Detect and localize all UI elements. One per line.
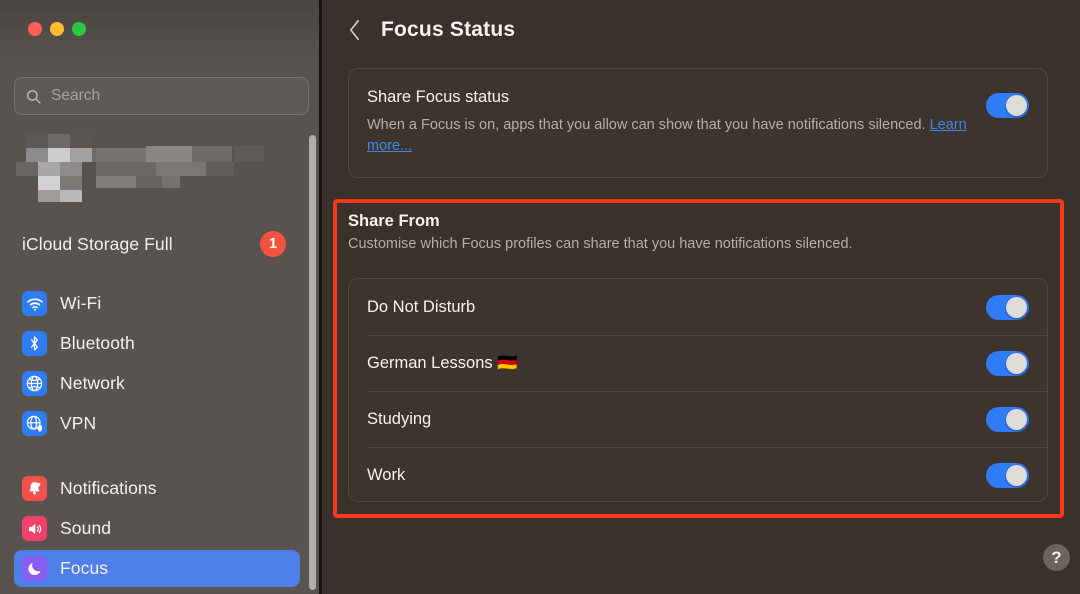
description-text: When a Focus is on, apps that you allow …	[367, 117, 930, 133]
sidebar-scrollbar[interactable]	[309, 135, 316, 590]
focus-profile-label: Work	[367, 465, 406, 484]
share-focus-status-toggle[interactable]	[986, 93, 1029, 118]
focus-profile-toggle[interactable]	[986, 350, 1029, 376]
window-traffic-lights	[28, 22, 86, 36]
sidebar: iCloud Storage Full 1 Wi-Fi	[0, 0, 322, 594]
sidebar-item-wi-fi[interactable]: Wi-Fi	[14, 285, 300, 322]
sidebar-item-icloud-storage[interactable]: iCloud Storage Full 1	[0, 226, 310, 262]
focus-profile-toggle[interactable]	[986, 462, 1029, 488]
account-profile-obscured[interactable]	[16, 128, 292, 202]
toggle-knob	[1006, 408, 1027, 430]
sidebar-item-sound[interactable]: Sound	[14, 510, 300, 547]
share-from-list-card: Do Not Disturb German Lessons 🇩🇪 Studyin…	[348, 278, 1048, 502]
focus-profile-toggle[interactable]	[986, 294, 1029, 320]
chevron-left-icon[interactable]	[348, 19, 361, 41]
toggle-knob	[1006, 464, 1027, 486]
sidebar-divider	[319, 0, 322, 594]
pixelation-overlay	[16, 128, 292, 202]
maximize-window-button[interactable]	[72, 22, 86, 36]
search-input[interactable]	[51, 87, 298, 105]
moon-icon	[22, 556, 47, 581]
share-from-subtitle: Customise which Focus profiles can share…	[348, 236, 853, 252]
sidebar-item-network[interactable]: Network	[14, 365, 300, 402]
main-content: Focus Status Share Focus status When a F…	[322, 0, 1080, 594]
close-window-button[interactable]	[28, 22, 42, 36]
sidebar-item-label: VPN	[60, 413, 97, 433]
search-field[interactable]	[14, 77, 309, 115]
share-focus-status-text: Share Focus status When a Focus is on, a…	[367, 88, 967, 157]
focus-profile-label: German Lessons 🇩🇪	[367, 353, 518, 372]
share-focus-status-card: Share Focus status When a Focus is on, a…	[348, 68, 1048, 178]
sidebar-item-label: Focus	[60, 558, 109, 578]
globe-icon	[22, 371, 47, 396]
bell-icon	[22, 476, 47, 501]
speaker-icon	[22, 516, 47, 541]
sidebar-item-notifications[interactable]: Notifications	[14, 470, 300, 507]
page-title: Focus Status	[381, 18, 516, 41]
globe-shield-icon	[22, 411, 47, 436]
sidebar-group-divider	[0, 445, 310, 467]
sidebar-item-label: Network	[60, 373, 125, 393]
sidebar-nav: Wi-Fi Bluetooth Network VPN Notification…	[0, 282, 310, 590]
focus-profile-label: Studying	[367, 409, 432, 428]
sidebar-item-label: Notifications	[60, 478, 157, 498]
sidebar-item-focus[interactable]: Focus	[14, 550, 300, 587]
help-button[interactable]: ?	[1043, 544, 1070, 571]
share-from-heading: Share From	[348, 212, 440, 230]
wifi-icon	[22, 291, 47, 316]
bluetooth-icon	[22, 331, 47, 356]
content-header: Focus Status	[348, 18, 515, 42]
icloud-alert-badge: 1	[260, 231, 286, 257]
table-row[interactable]: Work	[349, 447, 1047, 503]
sidebar-item-bluetooth[interactable]: Bluetooth	[14, 325, 300, 362]
sidebar-item-vpn[interactable]: VPN	[14, 405, 300, 442]
table-row[interactable]: German Lessons 🇩🇪	[349, 335, 1047, 391]
sidebar-item-label: Wi-Fi	[60, 293, 102, 313]
share-from-section-header: Share From Customise which Focus profile…	[348, 212, 1048, 252]
minimize-window-button[interactable]	[50, 22, 64, 36]
table-row[interactable]: Studying	[349, 391, 1047, 447]
sidebar-item-label: Sound	[60, 518, 112, 538]
search-icon	[27, 89, 41, 104]
share-focus-status-title: Share Focus status	[367, 88, 510, 106]
table-row[interactable]: Do Not Disturb	[349, 279, 1047, 335]
toggle-knob	[1006, 95, 1027, 116]
toggle-knob	[1006, 352, 1027, 374]
share-focus-status-description: When a Focus is on, apps that you allow …	[367, 115, 967, 157]
system-settings-window: iCloud Storage Full 1 Wi-Fi	[0, 0, 1080, 594]
focus-profile-label: Do Not Disturb	[367, 297, 476, 316]
icloud-storage-label: iCloud Storage Full	[22, 233, 173, 254]
toggle-knob	[1006, 296, 1027, 318]
focus-profile-toggle[interactable]	[986, 406, 1029, 432]
sidebar-item-label: Bluetooth	[60, 333, 135, 353]
